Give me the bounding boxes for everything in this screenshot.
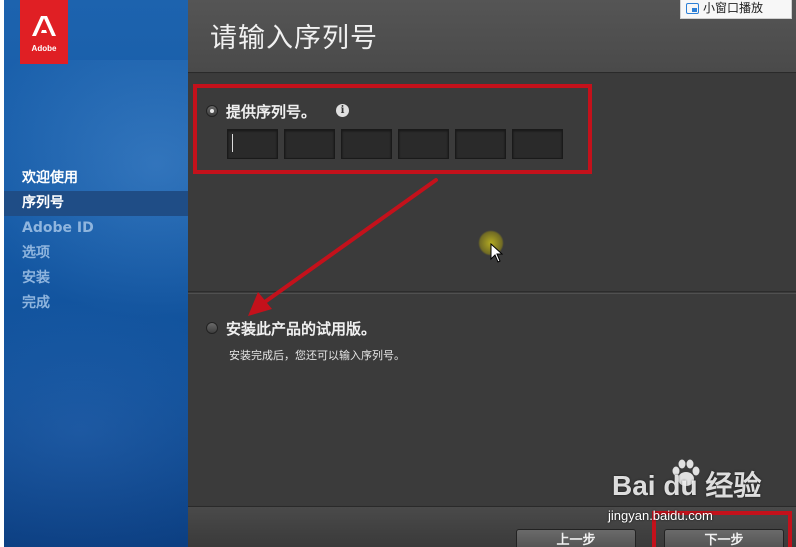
adobe-logo-text: Adobe bbox=[31, 44, 57, 53]
step-install: 安装 bbox=[22, 270, 50, 286]
installer-window: Adobe 欢迎使用 序列号 Adobe ID 选项 安装 完成 请输入序列号 … bbox=[0, 0, 796, 547]
text-caret bbox=[232, 134, 233, 152]
serial-field-4[interactable] bbox=[398, 129, 449, 159]
main-panel: 请输入序列号 提供序列号。 i 安装此产品的试用版。 安装完成后，您还可以输入序… bbox=[188, 0, 796, 547]
back-button[interactable]: 上一步 bbox=[516, 529, 636, 547]
trial-radio[interactable] bbox=[206, 322, 218, 334]
footer: 上一步 下一步 bbox=[188, 506, 796, 547]
trial-option-label[interactable]: 安装此产品的试用版。 bbox=[226, 318, 376, 339]
serial-field-1[interactable] bbox=[227, 129, 278, 159]
serial-field-6[interactable] bbox=[512, 129, 563, 159]
adobe-logo: Adobe bbox=[20, 0, 68, 64]
mini-window-icon bbox=[686, 3, 699, 14]
adobe-a-icon bbox=[32, 16, 56, 36]
step-options: 选项 bbox=[22, 245, 50, 261]
trial-description: 安装完成后，您还可以输入序列号。 bbox=[229, 349, 405, 362]
next-button[interactable]: 下一步 bbox=[664, 529, 784, 547]
step-adobe-id: Adobe ID bbox=[22, 220, 94, 236]
mouse-pointer-icon bbox=[490, 243, 504, 263]
step-welcome: 欢迎使用 bbox=[22, 170, 78, 186]
sidebar: Adobe 欢迎使用 序列号 Adobe ID 选项 安装 完成 bbox=[4, 0, 188, 547]
trial-option-section: 安装此产品的试用版。 安装完成后，您还可以输入序列号。 bbox=[188, 293, 796, 505]
serial-field-5[interactable] bbox=[455, 129, 506, 159]
serial-field-2[interactable] bbox=[284, 129, 335, 159]
serial-radio[interactable] bbox=[206, 105, 218, 117]
page-title: 请输入序列号 bbox=[210, 23, 378, 54]
step-list: 欢迎使用 序列号 Adobe ID 选项 安装 完成 bbox=[4, 166, 188, 316]
step-finish: 完成 bbox=[22, 295, 50, 311]
serial-option-label[interactable]: 提供序列号。 bbox=[226, 101, 316, 122]
mini-player-label: 小窗口播放 bbox=[703, 1, 764, 15]
mini-player-button[interactable]: 小窗口播放 bbox=[680, 0, 792, 19]
serial-field-3[interactable] bbox=[341, 129, 392, 159]
step-serial-number: 序列号 bbox=[4, 191, 188, 216]
info-icon[interactable]: i bbox=[336, 104, 349, 117]
